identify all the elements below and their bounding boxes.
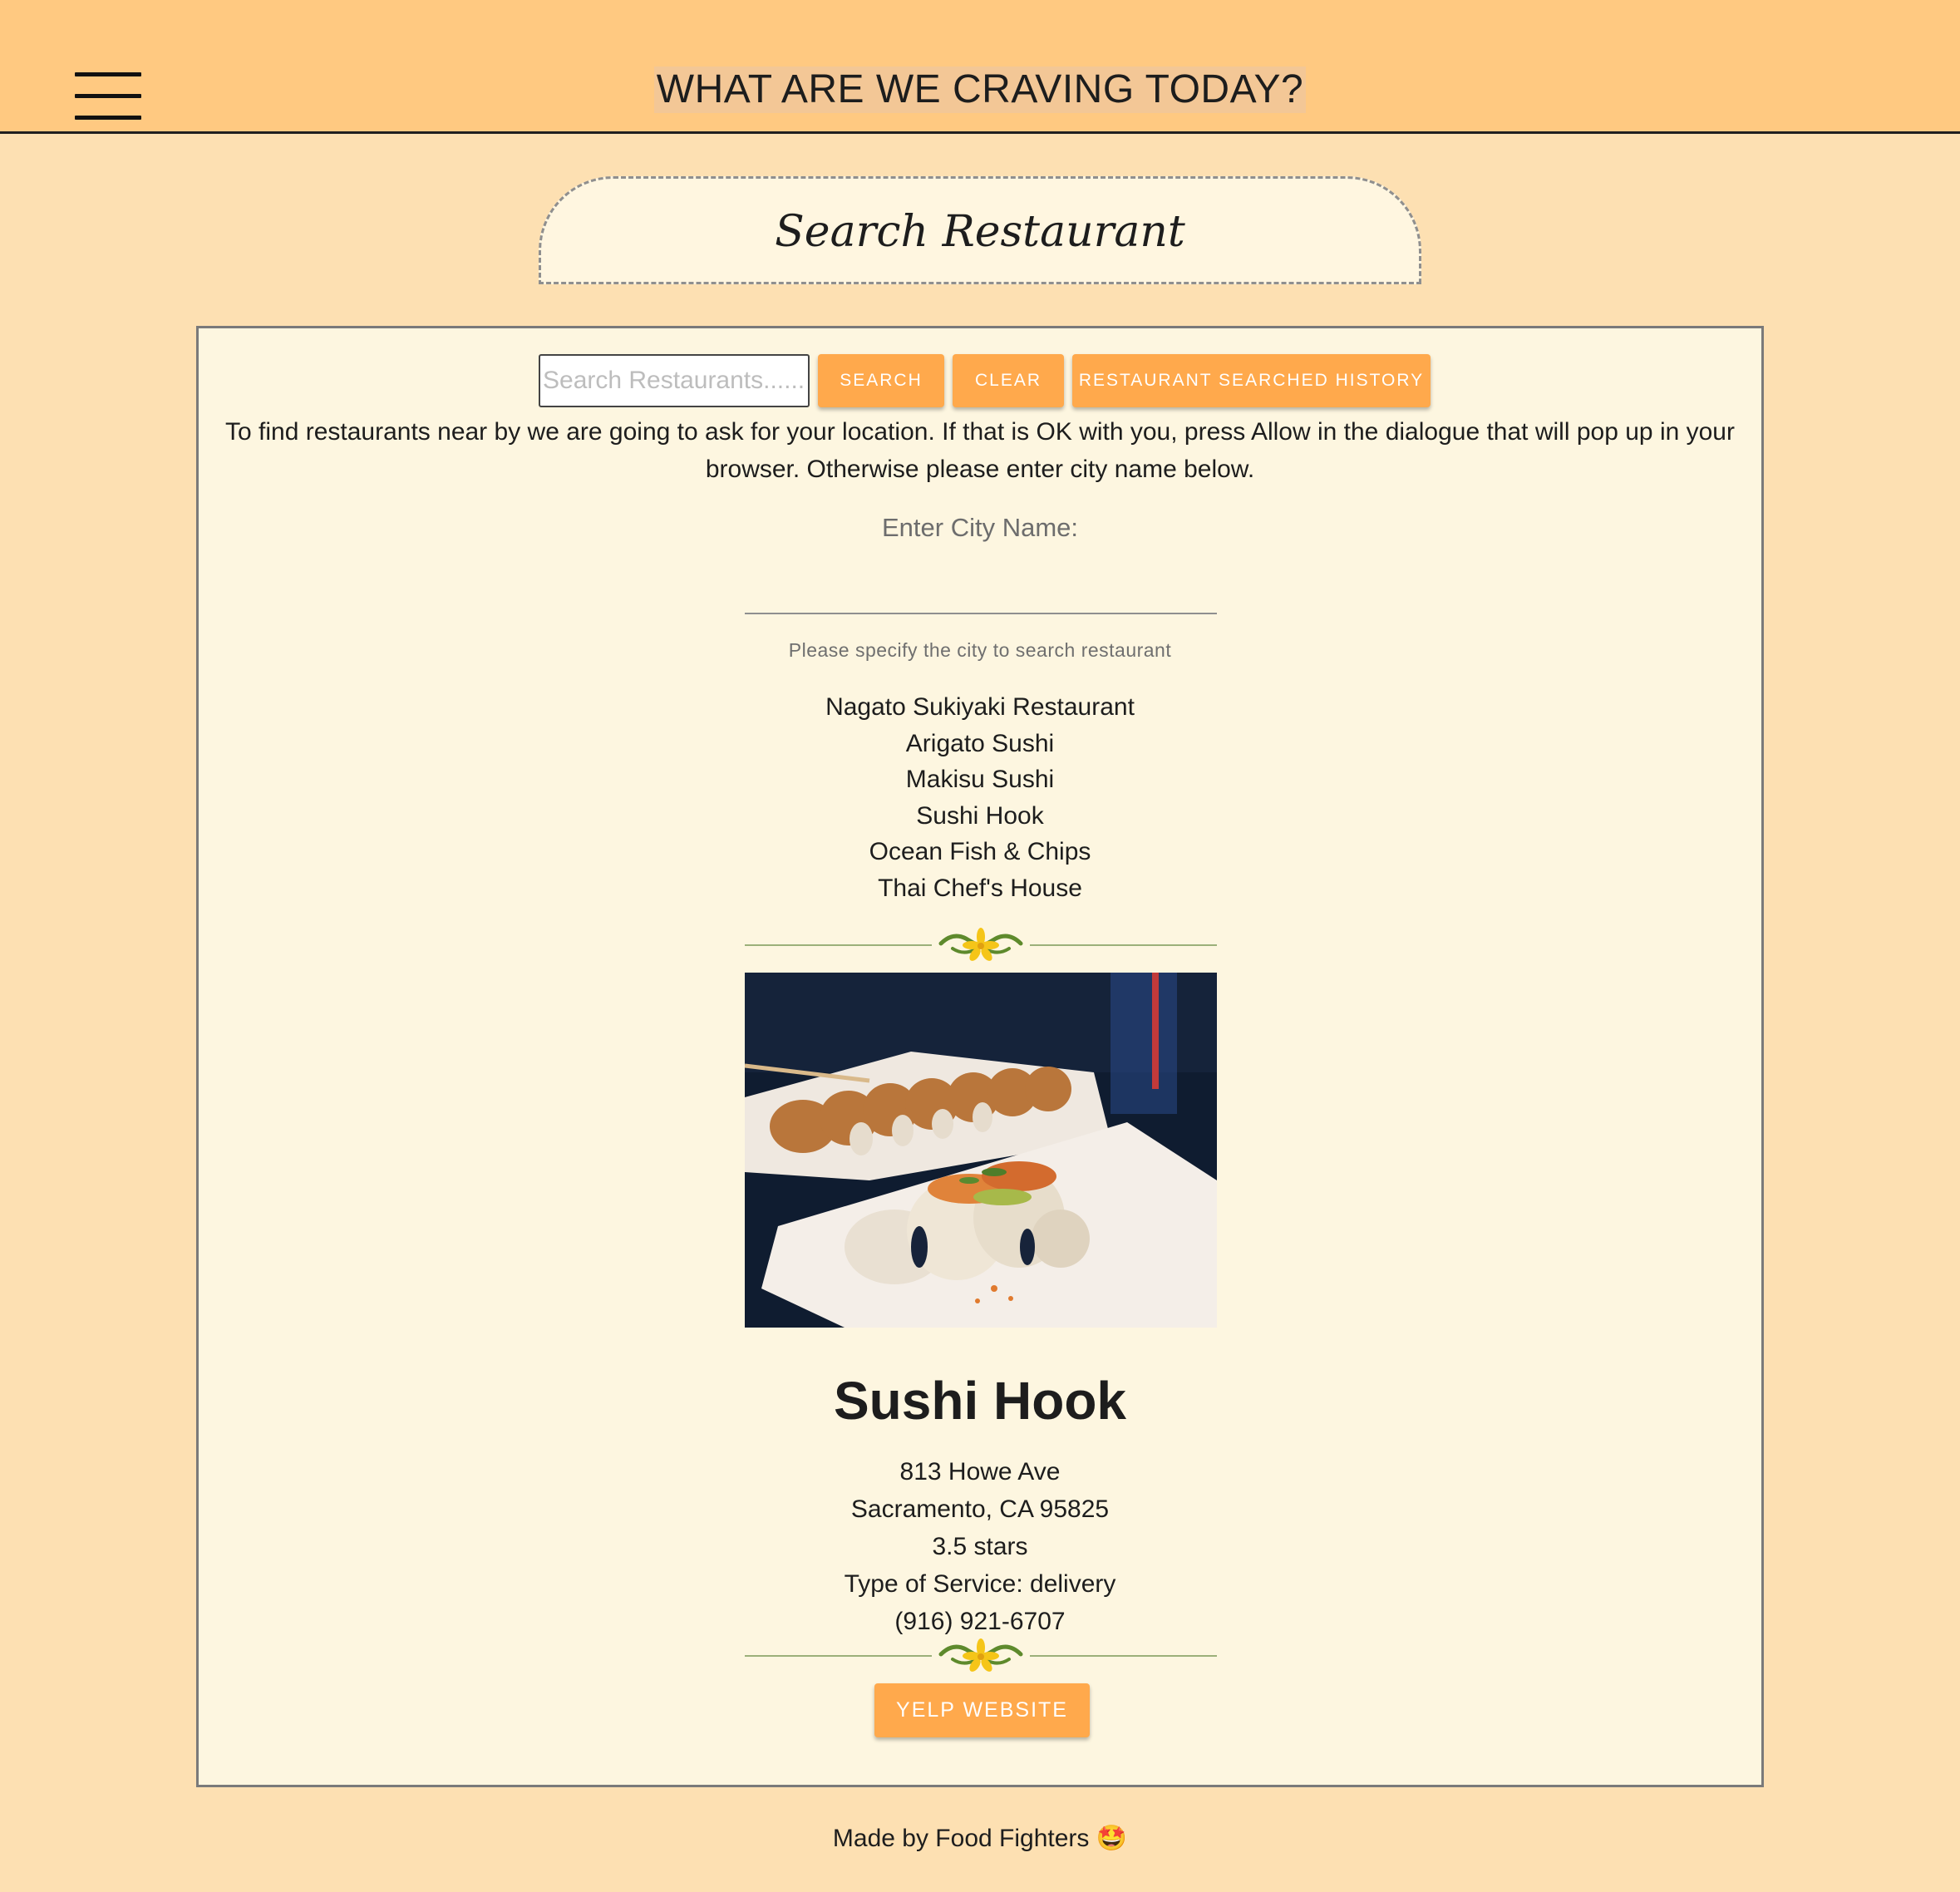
restaurant-results-list: Nagato Sukiyaki Restaurant Arigato Sushi… (199, 689, 1761, 906)
phone-number: (916) 921-6707 (894, 1608, 1066, 1635)
search-restaurant-tab: Search Restaurant (539, 176, 1421, 284)
address-line-1: 813 Howe Ave (899, 1458, 1061, 1486)
result-item[interactable]: Nagato Sukiyaki Restaurant (199, 689, 1761, 726)
search-button[interactable]: SEARCH (818, 354, 944, 407)
address-line-2: Sacramento, CA 95825 (850, 1495, 1110, 1523)
search-tab-title: Search Restaurant (775, 207, 1185, 257)
top-navigation-bar: WHAT ARE WE CRAVING TODAY? (0, 0, 1960, 134)
restaurant-details: 813 Howe Ave Sacramento, CA 95825 3.5 st… (199, 1453, 1761, 1640)
location-notice: To find restaurants near by we are going… (225, 418, 1735, 483)
result-item[interactable]: Sushi Hook (199, 798, 1761, 835)
search-panel: SEARCH CLEAR RESTAURANT SEARCHED HISTORY… (196, 326, 1764, 1787)
service-type: Type of Service: delivery (844, 1570, 1116, 1598)
search-toolbar: SEARCH CLEAR RESTAURANT SEARCHED HISTORY (539, 354, 1431, 407)
clear-button[interactable]: CLEAR (953, 354, 1064, 407)
city-name-input[interactable] (745, 578, 1217, 614)
result-item[interactable]: Ocean Fish & Chips (199, 834, 1761, 870)
site-title-wrapper: WHAT ARE WE CRAVING TODAY? (0, 67, 1960, 113)
search-history-button[interactable]: RESTAURANT SEARCHED HISTORY (1072, 354, 1431, 407)
restaurant-name: Sushi Hook (833, 1371, 1127, 1431)
site-title: WHAT ARE WE CRAVING TODAY? (653, 67, 1307, 113)
rating: 3.5 stars (932, 1533, 1028, 1560)
city-helper-text: Please specify the city to search restau… (788, 639, 1172, 661)
yelp-website-button[interactable]: YELP WEBSITE (874, 1683, 1090, 1737)
result-item[interactable]: Thai Chef's House (199, 870, 1761, 907)
floral-divider-icon (745, 928, 1217, 961)
result-item[interactable]: Arigato Sushi (199, 726, 1761, 762)
restaurant-photo (745, 973, 1217, 1328)
result-item[interactable]: Makisu Sushi (199, 761, 1761, 798)
city-field-label: Enter City Name: (881, 513, 1078, 542)
floral-divider-icon (745, 1638, 1217, 1672)
menu-bar-line (75, 116, 141, 120)
page-footer: Made by Food Fighters 🤩 (832, 1825, 1128, 1852)
restaurant-search-input[interactable] (539, 354, 810, 407)
